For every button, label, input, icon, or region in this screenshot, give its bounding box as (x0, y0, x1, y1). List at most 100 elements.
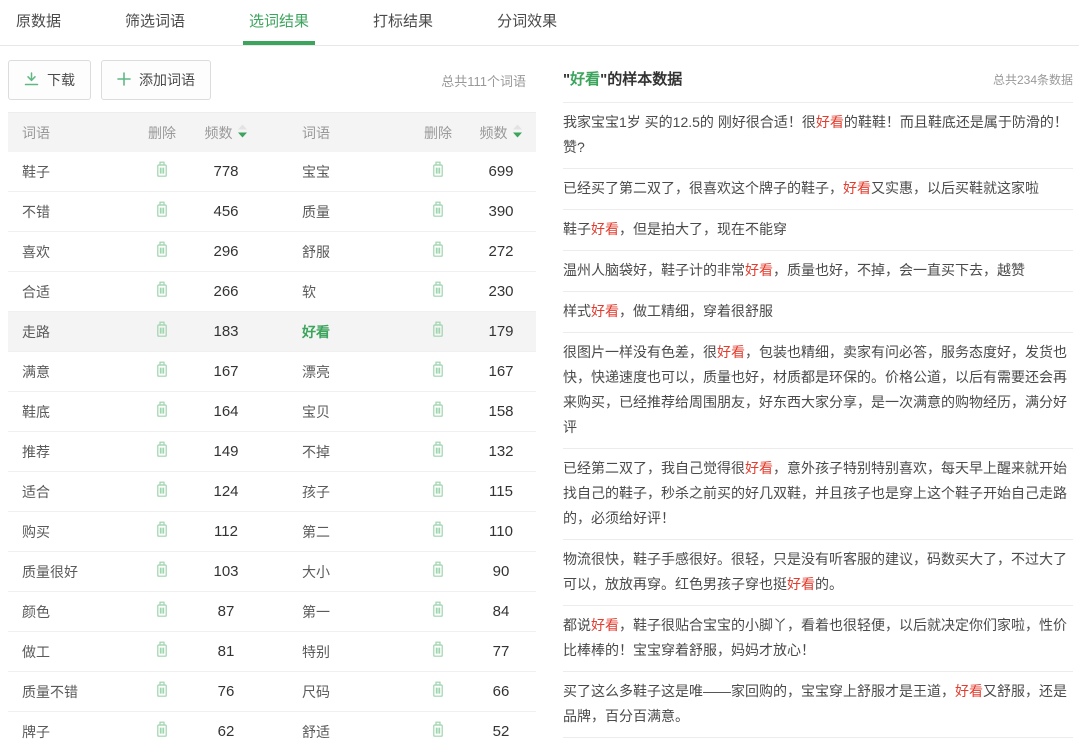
delete-button[interactable] (134, 161, 190, 183)
delete-button[interactable] (134, 201, 190, 223)
delete-button[interactable] (134, 401, 190, 423)
trash-icon (431, 365, 445, 382)
tab-labeling-result[interactable]: 打标结果 (367, 0, 439, 45)
delete-button[interactable] (134, 601, 190, 623)
table-row[interactable]: 不错456质量390 (8, 192, 536, 232)
text-segment: ，但是拍大了，现在不能穿 (619, 221, 787, 237)
delete-button[interactable] (134, 641, 190, 663)
freq-value: 76 (190, 683, 262, 700)
keyword-highlight: 好看 (570, 71, 600, 88)
word-cell: 购买 (22, 522, 134, 542)
tab-segmentation-effect[interactable]: 分词效果 (491, 0, 563, 45)
trash-icon (431, 165, 445, 182)
freq-value: 778 (190, 163, 262, 180)
table-row[interactable]: 喜欢296舒服272 (8, 232, 536, 272)
delete-button[interactable] (410, 361, 466, 383)
freq-value: 81 (190, 643, 262, 660)
trash-icon (155, 525, 169, 542)
delete-button[interactable] (134, 681, 190, 703)
delete-button[interactable] (410, 481, 466, 503)
table-row[interactable]: 满意167漂亮167 (8, 352, 536, 392)
delete-button[interactable] (410, 601, 466, 623)
delete-button[interactable] (134, 521, 190, 543)
trash-icon (431, 725, 445, 742)
freq-value: 456 (190, 203, 262, 220)
download-button[interactable]: 下载 (8, 60, 91, 100)
keyword-highlight: 好看 (591, 221, 619, 237)
freq-value: 52 (466, 723, 536, 740)
table-row[interactable]: 走路183好看179 (8, 312, 536, 352)
sample-text: 都说好看，鞋子很贴合宝宝的小脚丫，看着也很轻便，以后就决定你们家啦，性价比棒棒的… (563, 606, 1073, 672)
header-word-2: 词语 (262, 123, 410, 143)
word-frequency-panel: 下载 添加词语 总共111个词语 词语 删除 频数 (8, 46, 536, 746)
delete-button[interactable] (410, 521, 466, 543)
table-row[interactable]: 购买112第二110 (8, 512, 536, 552)
trash-icon (155, 165, 169, 182)
trash-icon (431, 685, 445, 702)
delete-button[interactable] (134, 321, 190, 343)
delete-button[interactable] (410, 681, 466, 703)
delete-button[interactable] (410, 321, 466, 343)
add-word-button-label: 添加词语 (139, 70, 195, 90)
tab-raw-data[interactable]: 原数据 (10, 0, 67, 45)
header-freq-label-2: 频数 (480, 123, 508, 143)
delete-button[interactable] (134, 281, 190, 303)
table-row[interactable]: 鞋底164宝贝158 (8, 392, 536, 432)
plus-icon (117, 72, 131, 89)
trash-icon (155, 605, 169, 622)
table-row[interactable]: 牌子62舒适52 (8, 712, 536, 746)
delete-button[interactable] (134, 721, 190, 743)
table-row[interactable]: 合适266软230 (8, 272, 536, 312)
download-button-label: 下载 (47, 70, 75, 90)
trash-icon (431, 605, 445, 622)
table-row[interactable]: 适合124孩子115 (8, 472, 536, 512)
freq-value: 112 (190, 523, 262, 540)
delete-button[interactable] (410, 401, 466, 423)
freq-value: 158 (466, 403, 536, 420)
delete-button[interactable] (134, 241, 190, 263)
table-row[interactable]: 鞋子778宝宝699 (8, 152, 536, 192)
sample-text: 我家宝宝1岁 买的12.5的 刚好很合适！很好看的鞋鞋！而且鞋底还是属于防滑的！… (563, 103, 1073, 169)
delete-button[interactable] (134, 441, 190, 463)
samples-title: "好看"的样本数据 (563, 68, 682, 89)
freq-value: 77 (466, 643, 536, 660)
delete-button[interactable] (134, 361, 190, 383)
samples-panel: "好看"的样本数据 总共234条数据 我家宝宝1岁 买的12.5的 刚好很合适！… (563, 46, 1073, 746)
delete-button[interactable] (134, 561, 190, 583)
delete-button[interactable] (410, 161, 466, 183)
delete-button[interactable] (410, 201, 466, 223)
delete-button[interactable] (410, 721, 466, 743)
tab-bar: 原数据 筛选词语 选词结果 打标结果 分词效果 (0, 0, 1079, 46)
freq-value: 110 (466, 523, 536, 540)
freq-value: 84 (466, 603, 536, 620)
freq-value: 167 (190, 363, 262, 380)
text-segment: 买了这么多鞋子这是唯——家回购的，宝宝穿上舒服才是王道， (563, 683, 955, 699)
trash-icon (431, 285, 445, 302)
delete-button[interactable] (410, 281, 466, 303)
trash-icon (155, 685, 169, 702)
trash-icon (431, 525, 445, 542)
sample-text: 已经第二双了，我自己觉得很好看，意外孩子特别特别喜欢，每天早上醒来就开始找自己的… (563, 449, 1073, 540)
header-freq-sort-2[interactable]: 频数 (466, 123, 536, 143)
trash-icon (431, 645, 445, 662)
tab-filter-words[interactable]: 筛选词语 (119, 0, 191, 45)
table-row[interactable]: 质量不错76尺码66 (8, 672, 536, 712)
delete-button[interactable] (410, 241, 466, 263)
delete-button[interactable] (410, 441, 466, 463)
sample-text: 鞋子好看，但是拍大了，现在不能穿 (563, 210, 1073, 251)
delete-button[interactable] (410, 641, 466, 663)
trash-icon (431, 485, 445, 502)
keyword-highlight: 好看 (816, 114, 844, 130)
add-word-button[interactable]: 添加词语 (101, 60, 211, 100)
delete-button[interactable] (410, 561, 466, 583)
table-row[interactable]: 推荐149不掉132 (8, 432, 536, 472)
trash-icon (155, 365, 169, 382)
table-row[interactable]: 颜色87第一84 (8, 592, 536, 632)
table-row[interactable]: 做工81特别77 (8, 632, 536, 672)
word-cell: 好看 (262, 322, 410, 342)
header-freq-sort-1[interactable]: 频数 (190, 123, 262, 143)
samples-header: "好看"的样本数据 总共234条数据 (563, 68, 1073, 103)
tab-word-selection-result[interactable]: 选词结果 (243, 0, 315, 45)
table-row[interactable]: 质量很好103大小90 (8, 552, 536, 592)
delete-button[interactable] (134, 481, 190, 503)
